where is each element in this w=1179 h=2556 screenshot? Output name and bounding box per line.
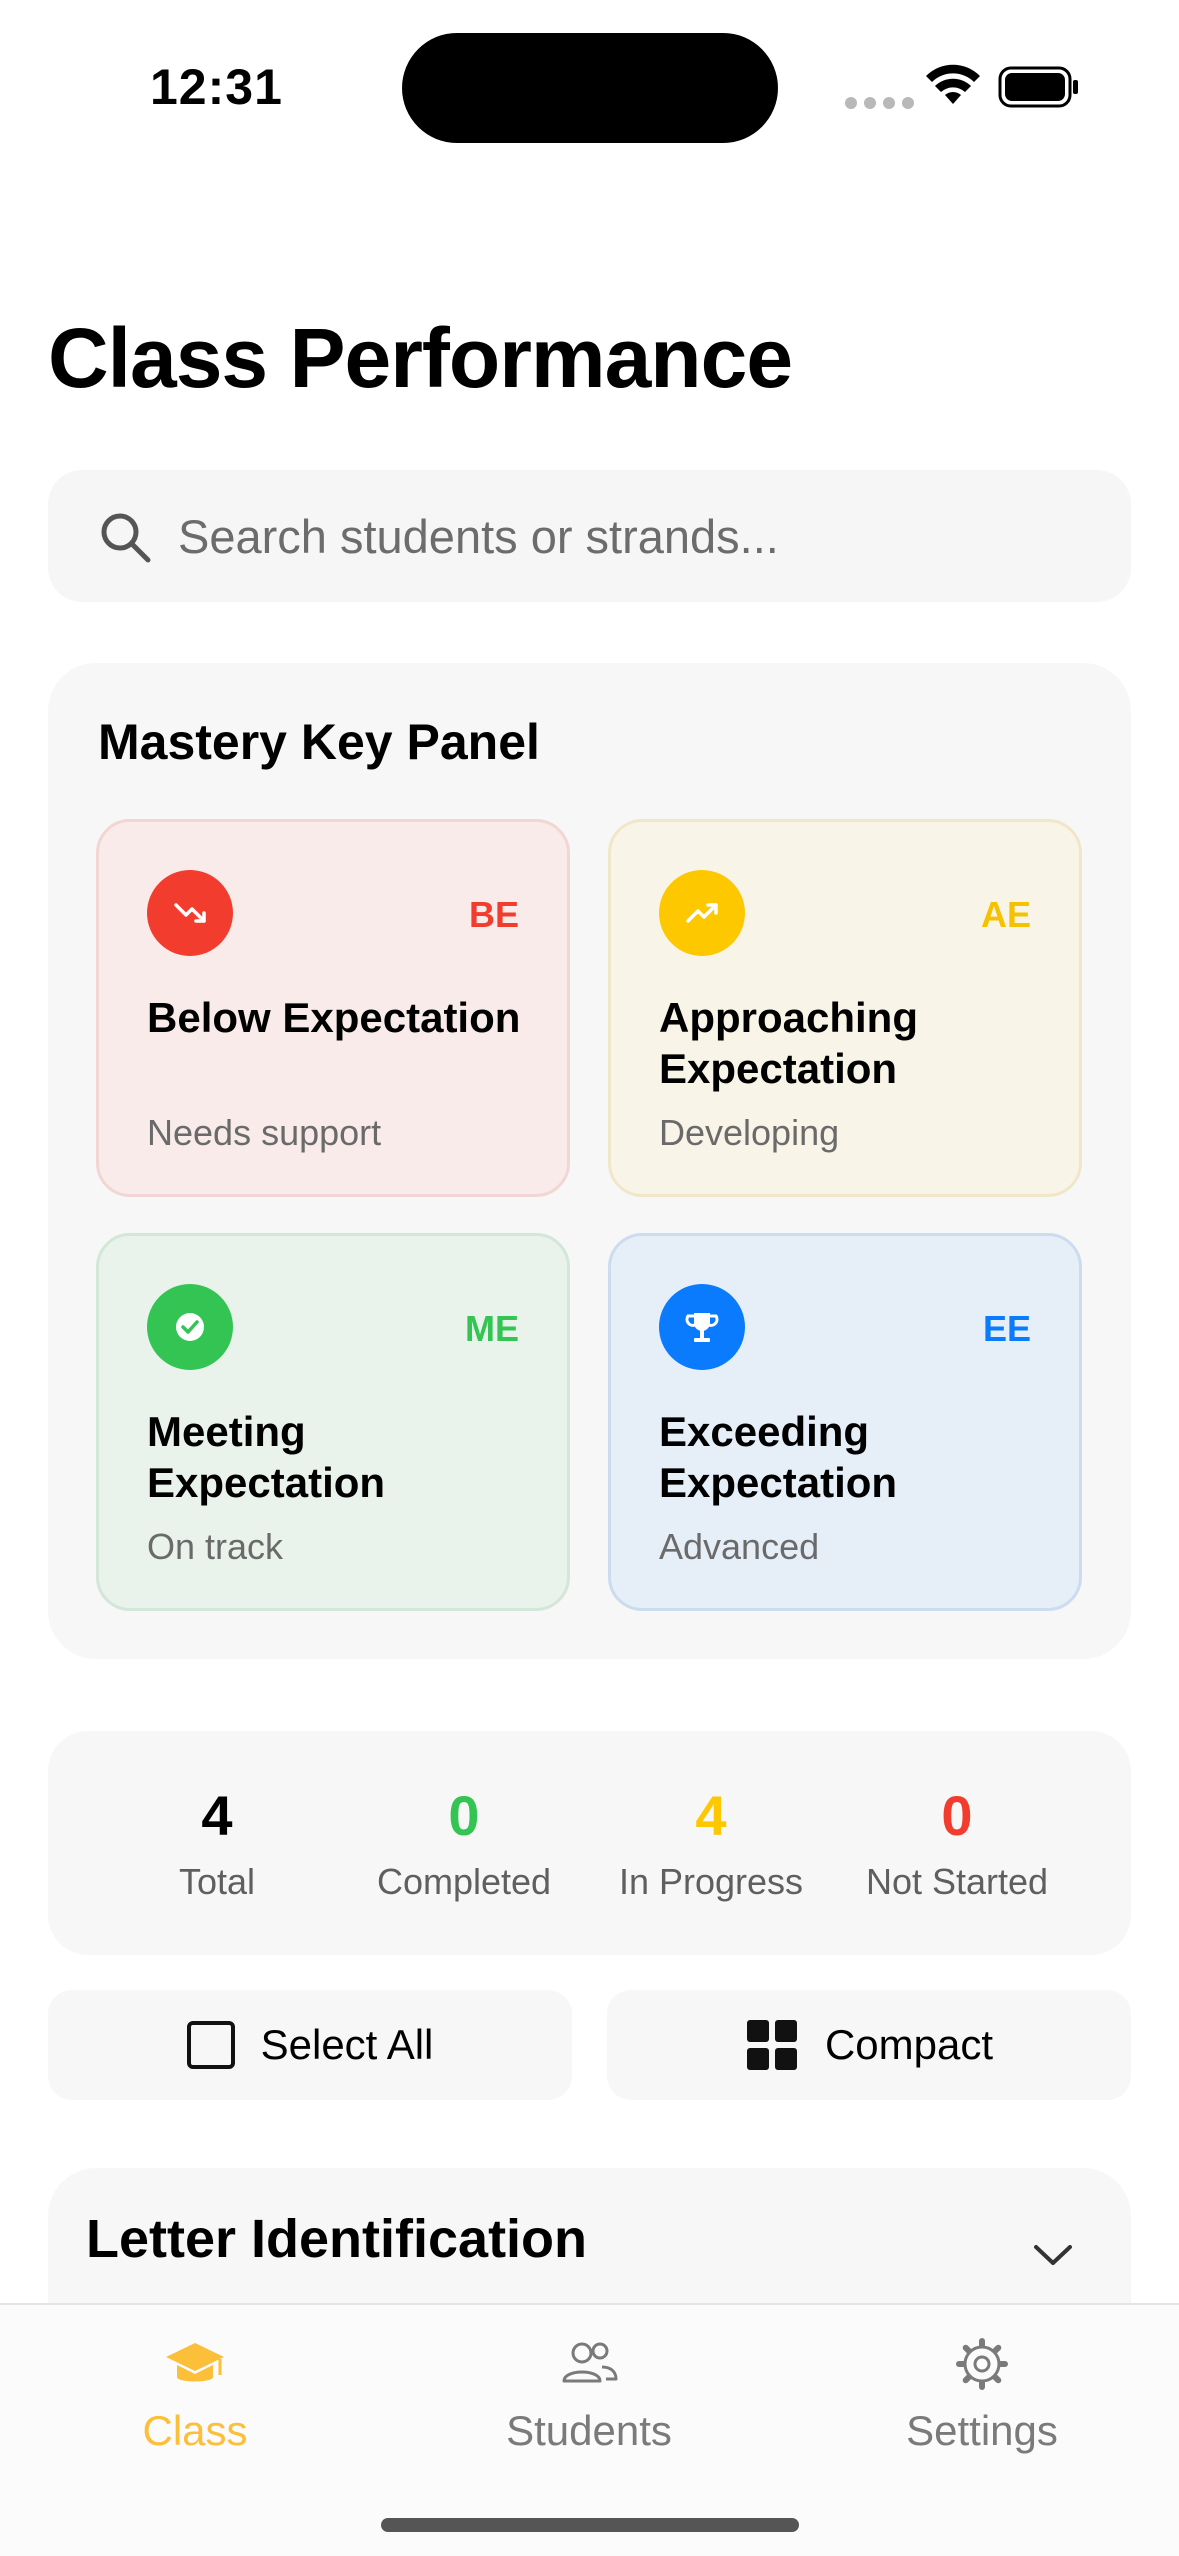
people-icon (562, 2342, 618, 2383)
graduation-cap-icon (166, 2343, 224, 2382)
status-bar: 12:31 (0, 0, 1179, 170)
compact-label: Compact (824, 2021, 994, 2068)
stat-label: Total (178, 1861, 256, 1902)
stat-value: 0 (941, 1784, 973, 1847)
select-all-button[interactable]: Select All (48, 1990, 572, 2100)
checkmark-icon (147, 1284, 233, 1370)
trophy-icon (659, 1284, 745, 1370)
trending-up-icon (659, 870, 745, 956)
progress-summary: 4 Total 0 Completed 4 In Progress 0 Not … (48, 1731, 1131, 1955)
stat-completed: 0 Completed (334, 1783, 594, 1903)
home-indicator (381, 2518, 799, 2532)
page-title: Class Performance (48, 311, 793, 405)
stat-total: 4 Total (87, 1783, 347, 1903)
stat-value: 0 (448, 1784, 480, 1847)
search-bar[interactable] (48, 470, 1131, 602)
tab-settings[interactable]: Settings (832, 2335, 1132, 2455)
stat-not-started: 0 Not Started (827, 1783, 1087, 1903)
stat-label: Not Started (865, 1861, 1049, 1902)
mastery-key-panel: Mastery Key Panel BE Below Expectation N… (48, 663, 1131, 1659)
mastery-code: AE (980, 894, 1031, 935)
stat-label: Completed (376, 1861, 552, 1902)
mastery-description: Needs support (147, 1112, 382, 1153)
gear-icon (956, 2338, 1008, 2390)
trending-down-icon (147, 870, 233, 956)
stat-label: In Progress (618, 1861, 804, 1902)
mastery-card-approaching-expectation[interactable]: AE Approaching Expectation Developing (608, 819, 1082, 1197)
section-title: Letter Identification (86, 2209, 588, 2269)
select-all-label: Select All (260, 2021, 434, 2068)
tab-class[interactable]: Class (45, 2335, 345, 2455)
grid-icon (746, 2020, 797, 2070)
stat-value: 4 (695, 1784, 727, 1847)
compact-view-button[interactable]: Compact (607, 1990, 1131, 2100)
dynamic-island (402, 33, 778, 143)
stat-in-progress: 4 In Progress (581, 1783, 841, 1903)
mastery-label: Below Expectation (147, 994, 521, 1041)
mastery-code: ME (465, 1308, 519, 1349)
mastery-description: Developing (659, 1112, 840, 1153)
mastery-description: On track (147, 1526, 284, 1567)
tab-students[interactable]: Students (439, 2335, 739, 2455)
mastery-card-meeting-expectation[interactable]: ME Meeting Expectation On track (96, 1233, 570, 1611)
tab-label: Class (142, 2407, 248, 2454)
status-time: 12:31 (150, 59, 283, 115)
mastery-label: Exceeding Expectation (659, 1408, 898, 1506)
stat-value: 4 (201, 1784, 233, 1847)
checkbox-icon[interactable] (186, 2021, 235, 2069)
battery-icon (998, 66, 1078, 108)
mastery-code: BE (468, 894, 519, 935)
mastery-label: Meeting Expectation (147, 1408, 386, 1506)
tab-label: Settings (906, 2407, 1058, 2454)
cellular-signal-icon (845, 97, 914, 109)
wifi-icon (926, 64, 980, 104)
mastery-code: EE (982, 1308, 1031, 1349)
mastery-card-exceeding-expectation[interactable]: EE Exceeding Expectation Advanced (608, 1233, 1082, 1611)
panel-title: Mastery Key Panel (98, 714, 540, 770)
mastery-description: Advanced (659, 1526, 820, 1567)
search-icon (101, 513, 151, 563)
mastery-label: Approaching Expectation (659, 994, 918, 1092)
chevron-down-icon[interactable] (1028, 2230, 1078, 2280)
tab-label: Students (506, 2407, 672, 2454)
mastery-card-below-expectation[interactable]: BE Below Expectation Needs support (96, 819, 570, 1197)
search-input[interactable] (178, 498, 1078, 574)
